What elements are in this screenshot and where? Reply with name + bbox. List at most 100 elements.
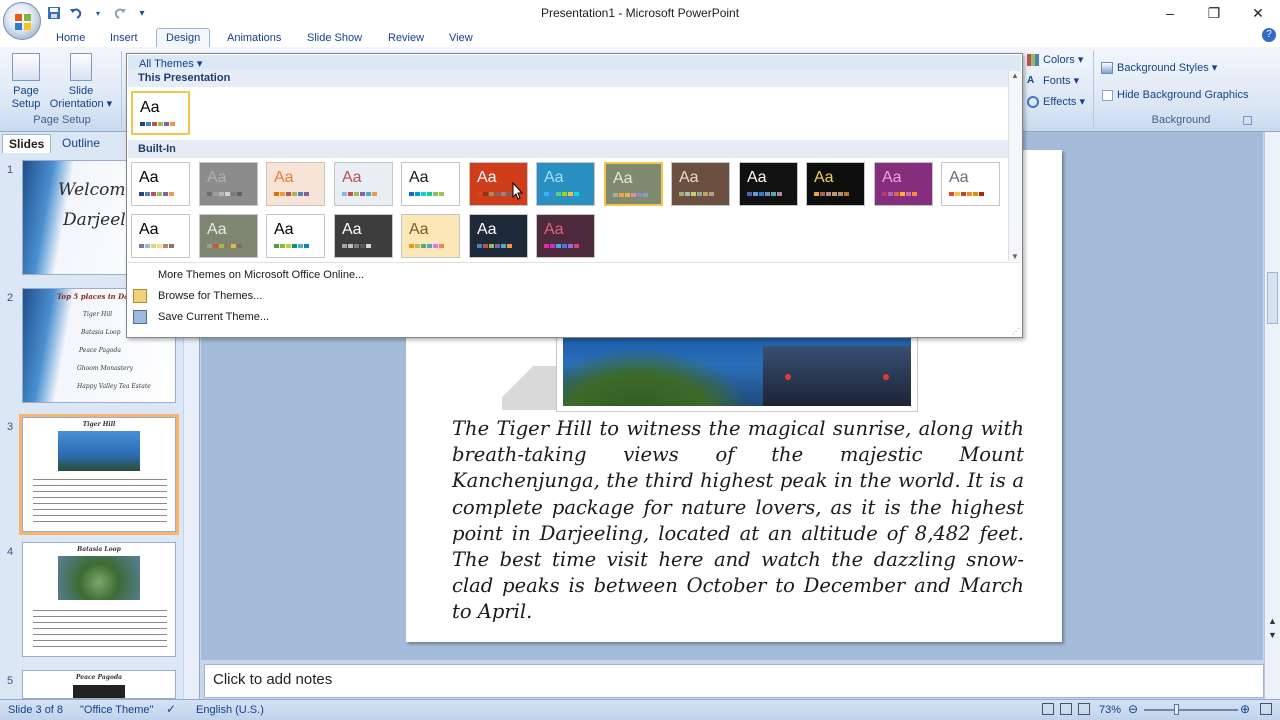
theme-builtin-18[interactable]: Aa [401, 214, 460, 258]
theme-color-swatches [207, 244, 242, 248]
slide-orientation-button[interactable]: Slide Orientation ▾ [48, 53, 114, 111]
section-this-presentation: This Presentation [128, 69, 1008, 87]
theme-builtin-15[interactable]: Aa [199, 214, 258, 258]
hide-background-graphics-checkbox[interactable]: Hide Background Graphics [1102, 89, 1248, 101]
theme-builtin-14[interactable]: Aa [131, 214, 190, 258]
theme-color-swatches [140, 122, 175, 126]
theme-builtin-5[interactable]: Aa [401, 162, 460, 206]
slide-orientation-icon [70, 53, 92, 81]
notes-placeholder: Click to add notes [213, 671, 333, 688]
zoom-level[interactable]: 73% [1099, 704, 1121, 716]
spell-check-icon[interactable]: ✓ [166, 702, 176, 716]
page-setup-label-2: Setup [11, 98, 41, 110]
next-slide-icon[interactable]: ▼ [1268, 630, 1277, 640]
theme-preview-label: Aa [544, 221, 564, 238]
tab-animations[interactable]: Animations [218, 29, 290, 47]
tab-view[interactable]: View [440, 29, 482, 47]
page-setup-button[interactable]: Page Setup [6, 53, 46, 111]
zoom-slider-thumb[interactable] [1174, 704, 1179, 715]
more-themes-online-link[interactable]: More Themes on Microsoft Office Online..… [158, 269, 364, 281]
theme-preview-label: Aa [409, 221, 429, 238]
slide-show-icon[interactable] [1078, 703, 1090, 715]
zoom-out-icon[interactable]: ⊖ [1128, 702, 1138, 716]
theme-preview-label: Aa [274, 221, 294, 238]
save-current-theme-link[interactable]: Save Current Theme... [158, 311, 269, 323]
zoom-in-icon[interactable]: ⊕ [1240, 702, 1250, 716]
dialog-launcher-icon[interactable] [1243, 116, 1252, 125]
slide-body-text[interactable]: The Tiger Hill to witness the magical su… [452, 416, 1024, 626]
thumbnail-item: Happy Valley Tea Estate [77, 383, 151, 390]
theme-builtin-4[interactable]: Aa [334, 162, 393, 206]
theme-color-swatches [409, 192, 444, 196]
theme-preview-label: Aa [747, 169, 767, 186]
tab-design[interactable]: Design [156, 28, 211, 48]
background-styles-icon [1101, 61, 1113, 74]
mouse-cursor-icon [512, 182, 524, 200]
theme-builtin-9[interactable]: Aa [671, 162, 730, 206]
slide-picture[interactable] [563, 338, 911, 406]
theme-builtin-10[interactable]: Aa [739, 162, 798, 206]
page-setup-label-1: Page [13, 85, 39, 97]
theme-preview-label: Aa [477, 169, 497, 186]
theme-builtin-2[interactable]: Aa [199, 162, 258, 206]
slide-number: 5 [7, 675, 14, 687]
zoom-slider[interactable] [1144, 709, 1238, 711]
fonts-button[interactable]: A Fonts ▾ [1027, 74, 1079, 88]
minimize-button[interactable]: – [1148, 0, 1192, 26]
scroll-down-icon[interactable]: ▼ [1011, 252, 1019, 261]
slide-number: 3 [7, 421, 14, 433]
theme-builtin-1[interactable]: Aa [131, 162, 190, 206]
theme-builtin-12[interactable]: Aa [874, 162, 933, 206]
thumbnail-item: Ghoom Monastery [77, 365, 133, 372]
theme-builtin-3[interactable]: Aa [266, 162, 325, 206]
theme-builtin-13[interactable]: Aa [941, 162, 1000, 206]
office-button[interactable] [3, 2, 41, 40]
close-button[interactable]: ✕ [1236, 0, 1280, 26]
slide-sorter-icon[interactable] [1060, 703, 1072, 715]
scroll-thumb[interactable] [1267, 272, 1278, 324]
group-separator [1093, 51, 1094, 127]
normal-view-icon[interactable] [1042, 703, 1054, 715]
help-icon[interactable]: ? [1262, 28, 1276, 42]
checkbox-icon [1102, 89, 1113, 101]
tab-review[interactable]: Review [379, 29, 433, 47]
tab-outline[interactable]: Outline [56, 134, 106, 153]
gallery-scrollbar[interactable]: ▲ ▼ [1008, 71, 1022, 261]
ribbon-tabs: Home Insert Design Animations Slide Show… [0, 26, 1280, 48]
slide-thumbnail-5[interactable]: Peace Pagoda [22, 670, 176, 699]
theme-color-swatches [274, 192, 309, 196]
slide-thumbnail-4[interactable]: Batasia Loop [22, 542, 176, 657]
theme-builtin-7[interactable]: Aa [536, 162, 595, 206]
tab-slide-show[interactable]: Slide Show [298, 29, 371, 47]
tab-home[interactable]: Home [47, 29, 94, 47]
effects-button[interactable]: Effects ▾ [1027, 95, 1085, 108]
theme-preview-label: Aa [342, 169, 362, 186]
tab-slides[interactable]: Slides [2, 134, 52, 153]
previous-slide-icon[interactable]: ▲ [1268, 616, 1277, 626]
scroll-up-icon[interactable]: ▲ [1011, 71, 1019, 80]
notes-pane[interactable]: Click to add notes [204, 664, 1264, 698]
theme-builtin-17[interactable]: Aa [334, 214, 393, 258]
thumbnail-item: Peace Pagoda [79, 347, 121, 354]
colors-button[interactable]: Colors ▾ [1027, 53, 1083, 66]
editor-scrollbar[interactable]: ▲ ▼ [1264, 132, 1280, 699]
page-setup-icon [12, 53, 40, 81]
fit-to-window-icon[interactable] [1260, 703, 1272, 715]
theme-builtin-16[interactable]: Aa [266, 214, 325, 258]
theme-current-office[interactable]: Aa [131, 91, 190, 135]
slide-thumbnail-3[interactable]: Tiger Hill [19, 414, 179, 535]
status-bar: Slide 3 of 8 "Office Theme" ✓ English (U… [0, 699, 1280, 720]
restore-button[interactable]: ❐ [1192, 0, 1236, 26]
theme-name: "Office Theme" [80, 704, 154, 716]
thumbnail-text-lines [33, 607, 167, 647]
background-styles-button[interactable]: Background Styles ▾ [1101, 61, 1217, 74]
theme-builtin-8[interactable]: Aa [604, 162, 663, 206]
language[interactable]: English (U.S.) [196, 704, 264, 716]
theme-builtin-20[interactable]: Aa [536, 214, 595, 258]
browse-for-themes-link[interactable]: Browse for Themes... [158, 290, 262, 302]
theme-builtin-19[interactable]: Aa [469, 214, 528, 258]
tab-insert[interactable]: Insert [101, 29, 147, 47]
resize-grip-icon[interactable]: ⋰ [1012, 327, 1020, 336]
theme-builtin-11[interactable]: Aa [806, 162, 865, 206]
picture-red-light [785, 374, 791, 380]
